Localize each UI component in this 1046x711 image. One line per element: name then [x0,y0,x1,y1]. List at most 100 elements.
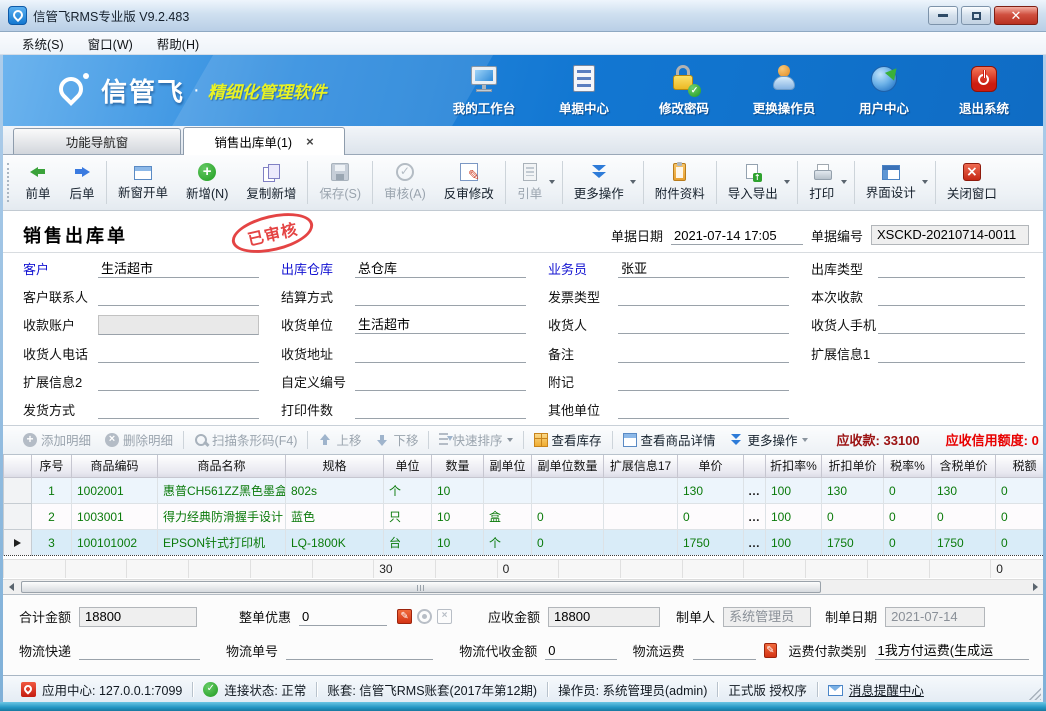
close-button[interactable]: ✕ [994,6,1038,25]
col-sub-qty[interactable]: 副单位数量 [532,455,604,478]
field-outbound-type[interactable] [878,259,1025,278]
field-contact[interactable] [98,287,259,306]
more-actions-button[interactable]: 更多操作 [565,155,633,210]
print-button[interactable]: 打印 [800,155,844,210]
ui-design-button[interactable]: 界面设计 [857,155,925,210]
close-window-button[interactable]: 关闭窗口 [938,155,1006,210]
dropdown-caret-icon[interactable] [630,180,636,184]
row-options-button[interactable]: … [744,478,766,504]
quick-sort-button[interactable]: 快速排序 [432,430,519,449]
price-tag-icon[interactable] [417,609,432,624]
field-receiver[interactable] [618,315,789,334]
col-tax-price[interactable]: 含税单价 [932,455,996,478]
horizontal-scrollbar[interactable] [3,579,1043,594]
nav-exit-system[interactable]: 退出系统 [947,65,1021,117]
field-other-unit[interactable] [618,400,789,419]
scroll-right-icon[interactable] [1027,581,1043,594]
field-address[interactable] [355,344,526,363]
nav-change-password[interactable]: 修改密码 [647,65,721,117]
table-row-selected[interactable]: 3100101002EPSON针式打印机LQ-1800K台10个01750 … … [4,530,1044,556]
menu-system[interactable]: 系统(S) [10,32,76,55]
tracking-no-field[interactable] [286,641,433,660]
row-options-button[interactable]: … [744,530,766,556]
unaudit-modify-button[interactable]: 反审修改 [435,155,503,210]
col-product-name[interactable]: 商品名称 [158,455,286,478]
next-doc-button[interactable]: 后单 [60,155,104,210]
col-unit[interactable]: 单位 [384,455,432,478]
nav-user-center[interactable]: 用户中心 [847,65,921,117]
field-payment-now[interactable] [878,287,1025,306]
audit-button[interactable]: 审核(A) [375,155,435,210]
minimize-button[interactable] [928,6,958,25]
dropdown-caret-icon[interactable] [841,180,847,184]
scan-barcode-button[interactable]: 扫描条形码(F4) [187,430,304,449]
delete-detail-button[interactable]: 删除明细 [98,430,180,449]
dropdown-caret-icon[interactable] [922,180,928,184]
field-ext2[interactable] [98,372,259,391]
logistics-express-field[interactable] [79,641,200,660]
grid-more-actions-button[interactable]: 更多操作 [723,430,815,449]
col-product-code[interactable]: 商品编码 [72,455,158,478]
view-product-detail-button[interactable]: 查看商品详情 [616,430,723,449]
col-tax-amount[interactable]: 税额 [996,455,1044,478]
field-customer[interactable]: 生活超市 [98,259,259,278]
col-discount-price[interactable]: 折扣单价 [822,455,884,478]
move-up-button[interactable]: 上移 [311,430,368,449]
nav-switch-operator[interactable]: 更换操作员 [747,65,821,117]
col-qty[interactable]: 数量 [432,455,484,478]
coupon-icon[interactable] [437,609,452,624]
copy-new-button[interactable]: 复制新增 [237,155,305,210]
resize-grip-icon[interactable] [1029,688,1041,700]
field-invoice-type[interactable] [618,287,789,306]
reference-doc-button[interactable]: 引单 [508,155,552,210]
new-window-order-button[interactable]: 新窗开单 [109,155,177,210]
field-settlement[interactable] [355,287,526,306]
col-ext17[interactable]: 扩展信息17 [604,455,678,478]
col-sub-unit[interactable]: 副单位 [484,455,532,478]
col-tax-rate[interactable]: 税率% [884,455,932,478]
field-custom-no[interactable] [355,372,526,391]
nav-workbench[interactable]: 我的工作台 [447,65,521,117]
field-ext1[interactable] [878,344,1025,363]
doc-date-field[interactable]: 2021-07-14 17:05 [671,226,803,245]
field-warehouse[interactable]: 总仓库 [355,259,526,278]
field-receiver-phone[interactable] [98,344,259,363]
field-remark[interactable] [618,344,789,363]
tab-close-icon[interactable]: × [306,134,314,149]
maximize-button[interactable] [961,6,991,25]
menu-help[interactable]: 帮助(H) [145,32,211,55]
freight-type-field[interactable]: 1我方付运费(生成运 [875,641,1029,660]
col-seq[interactable]: 序号 [32,455,72,478]
add-new-button[interactable]: 新增(N) [177,155,237,210]
row-selector[interactable] [4,478,32,504]
field-note[interactable] [618,372,789,391]
message-center-link[interactable]: 消息提醒中心 [818,680,934,699]
table-row[interactable]: 21003001得力经典防滑握手设计蓝色只10盒00 … 1000000 [4,504,1044,530]
table-row[interactable]: 11002001惠普CH561ZZ黑色墨盒802s个10130 … 100130… [4,478,1044,504]
field-print-count[interactable] [355,400,526,419]
cod-amount-field[interactable]: 0 [545,641,616,660]
col-price[interactable]: 单价 [678,455,744,478]
row-selector[interactable] [4,504,32,530]
col-spec[interactable]: 规格 [286,455,384,478]
field-salesman[interactable]: 张亚 [618,259,789,278]
field-receiver-unit[interactable]: 生活超市 [355,315,526,334]
scrollbar-thumb[interactable] [21,581,821,593]
move-down-button[interactable]: 下移 [368,430,425,449]
dropdown-caret-icon[interactable] [784,180,790,184]
field-receiver-mobile[interactable] [878,315,1025,334]
tab-function-nav[interactable]: 功能导航窗 [13,128,181,154]
col-discount-rate[interactable]: 折扣率% [766,455,822,478]
nav-document-center[interactable]: 单据中心 [547,65,621,117]
view-stock-button[interactable]: 查看库存 [527,430,609,449]
attachment-button[interactable]: 附件资料 [646,155,714,210]
save-button[interactable]: 保存(S) [310,155,370,210]
freight-field[interactable] [693,641,756,660]
field-ship-method[interactable] [98,400,259,419]
import-export-button[interactable]: 导入导出 [719,155,787,210]
scroll-left-icon[interactable] [3,581,19,594]
row-selector[interactable] [4,530,32,556]
prev-doc-button[interactable]: 前单 [16,155,60,210]
discount-field[interactable]: 0 [299,607,387,626]
edit-freight-icon[interactable] [764,643,776,658]
